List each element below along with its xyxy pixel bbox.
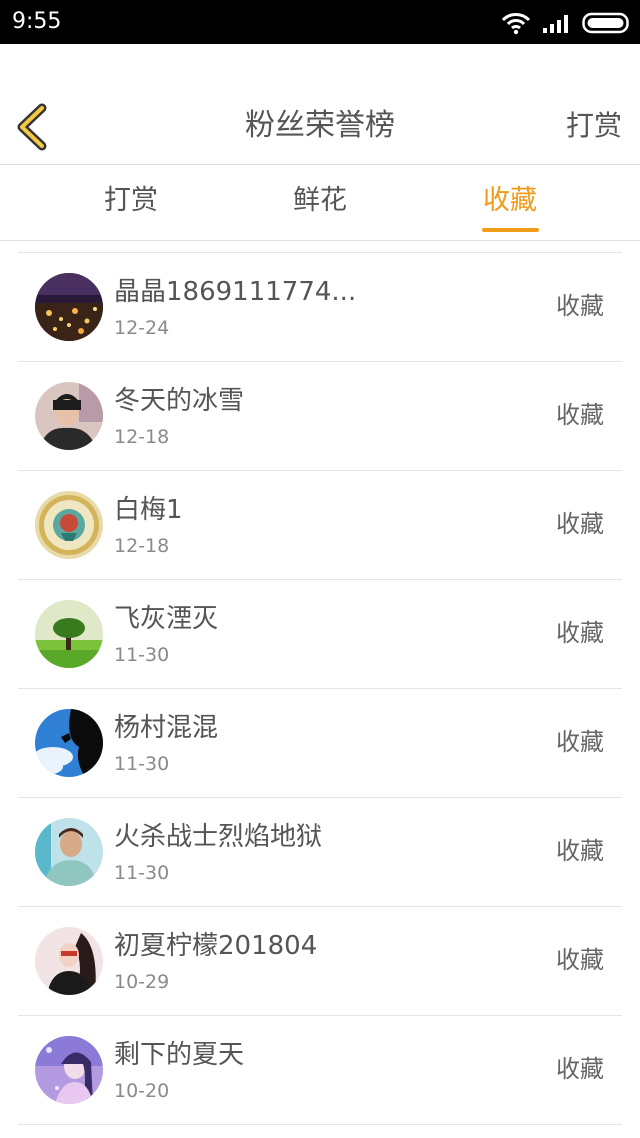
avatar: [35, 927, 103, 995]
status-icons: [500, 10, 632, 36]
tab-flowers[interactable]: 鲜花: [260, 183, 380, 219]
tab-bar: 打赏 鲜花 收藏: [0, 165, 640, 241]
avatar: [35, 1036, 103, 1104]
user-name: 飞灰湮灭: [114, 604, 219, 634]
status-time: 9:55: [12, 9, 62, 34]
favorite-date: 10-29: [114, 971, 170, 993]
action-label: 收藏: [556, 292, 604, 320]
user-name: 杨村混混: [114, 713, 219, 743]
user-name: 初夏柠檬201804: [114, 931, 318, 961]
list-item[interactable]: 白梅1 12-18 收藏: [18, 471, 622, 580]
avatar: [35, 600, 103, 668]
favorite-date: 12-18: [114, 535, 170, 557]
list-item[interactable]: 晶晶1869111774... 12-24 收藏: [18, 253, 622, 362]
list-item[interactable]: 杨村混混 11-30 收藏: [18, 689, 622, 798]
list-item[interactable]: 冬天的冰雪 12-18 收藏: [18, 362, 622, 471]
action-label: 收藏: [556, 946, 604, 974]
favorite-date: 11-30: [114, 644, 170, 666]
action-label: 收藏: [556, 837, 604, 865]
status-bar: 9:55: [0, 0, 640, 44]
app-bar: 粉丝荣誉榜 打赏: [0, 44, 640, 165]
avatar: [35, 818, 103, 886]
action-label: 收藏: [556, 510, 604, 538]
list-item[interactable]: 飞灰湮灭 11-30 收藏: [18, 580, 622, 689]
battery-icon: [582, 12, 629, 34]
active-tab-indicator: [482, 228, 539, 232]
favorite-date: 12-18: [114, 426, 170, 448]
reward-button[interactable]: 打赏: [566, 106, 622, 146]
user-name: 冬天的冰雪: [114, 386, 245, 416]
page-title: 粉丝荣誉榜: [245, 108, 395, 143]
avatar: [35, 491, 103, 559]
action-label: 收藏: [556, 619, 604, 647]
favorite-date: 11-30: [114, 862, 170, 884]
tab-favorites[interactable]: 收藏: [450, 183, 570, 219]
favorite-date: 10-20: [114, 1080, 170, 1102]
avatar: [35, 382, 103, 450]
user-name: 晶晶1869111774...: [114, 277, 357, 307]
avatar: [35, 273, 103, 341]
list-item[interactable]: 火杀战士烈焰地狱 11-30 收藏: [18, 798, 622, 907]
avatar: [35, 709, 103, 777]
user-name: 剩下的夏天: [114, 1040, 245, 1070]
list-item[interactable]: 剩下的夏天 10-20 收藏: [18, 1016, 622, 1125]
user-name: 火杀战士烈焰地狱: [114, 822, 323, 852]
action-label: 收藏: [556, 728, 604, 756]
action-label: 收藏: [556, 401, 604, 429]
signal-icon: [543, 15, 568, 33]
user-name: 白梅1: [114, 495, 183, 525]
favorite-date: 12-24: [114, 317, 170, 339]
tab-reward[interactable]: 打赏: [71, 183, 191, 219]
action-label: 收藏: [556, 1055, 604, 1083]
favorite-date: 11-30: [114, 753, 170, 775]
fan-list: 晶晶1869111774... 12-24 收藏 冬天的冰雪 12-18 收藏: [18, 252, 622, 1125]
list-item[interactable]: 初夏柠檬201804 10-29 收藏: [18, 907, 622, 1016]
wifi-icon: [501, 13, 531, 35]
